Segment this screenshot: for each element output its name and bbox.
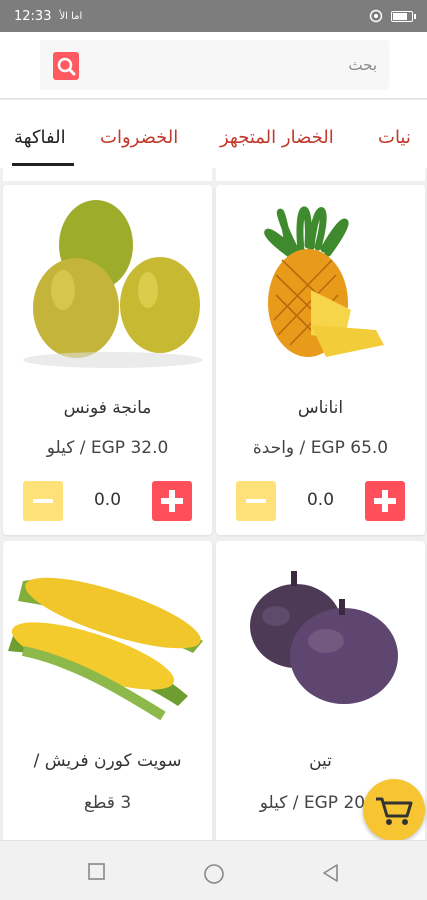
- product-card[interactable]: سويت كورن فريش / 3 قطع: [3, 541, 212, 840]
- product-grid: اناناس 65.0 EGP / واحدة 0.0 مانجة فونس 3…: [0, 168, 427, 840]
- quantity-value: 0.0: [93, 490, 122, 510]
- previous-row-stub: [3, 168, 212, 181]
- search-icon[interactable]: [53, 52, 79, 80]
- status-left: 12:33 اما الأ: [14, 9, 82, 24]
- active-tab-indicator: [12, 163, 74, 166]
- quantity-stepper: 0.0: [3, 481, 212, 521]
- alarm-icon: [369, 9, 383, 23]
- fig-image: [216, 541, 425, 726]
- plus-button[interactable]: [365, 481, 405, 521]
- circle-home-icon[interactable]: [203, 863, 225, 885]
- plus-button[interactable]: [152, 481, 192, 521]
- corn-image: [3, 541, 212, 726]
- tab-vegetables[interactable]: الخضروات: [100, 127, 178, 148]
- search-placeholder: بحث: [348, 56, 377, 74]
- previous-row-stub: [216, 168, 425, 181]
- status-bar: 12:33 اما الأ: [0, 0, 427, 32]
- quantity-value: 0.0: [306, 490, 335, 510]
- minus-button[interactable]: [236, 481, 276, 521]
- search-bar: بحث: [0, 32, 427, 99]
- product-name: سويت كورن فريش /: [33, 751, 182, 771]
- system-nav-bar: [0, 840, 427, 900]
- triangle-back-icon[interactable]: [321, 863, 341, 883]
- battery-fill: [393, 12, 408, 20]
- status-right: [369, 9, 416, 23]
- product-price: 3 قطع: [83, 793, 132, 813]
- cart-icon: [376, 797, 413, 825]
- product-card[interactable]: اناناس 65.0 EGP / واحدة 0.0: [216, 185, 425, 535]
- pineapple-image: [216, 185, 425, 370]
- product-price: 65.0 EGP / واحدة: [252, 438, 389, 458]
- battery-icon: [391, 10, 416, 22]
- product-name: تين: [309, 751, 332, 771]
- tab-fruits[interactable]: الفاكهة: [14, 127, 66, 148]
- tab-prepared-vegetables[interactable]: الخضار المتجهز: [220, 127, 334, 148]
- square-recent-icon[interactable]: [88, 863, 106, 881]
- product-price: 32.0 EGP / كيلو: [46, 438, 169, 458]
- product-name: مانجة فونس: [63, 398, 152, 418]
- status-signal: اما الأ: [59, 10, 83, 22]
- minus-button[interactable]: [23, 481, 63, 521]
- search-input[interactable]: بحث: [40, 40, 389, 90]
- product-card[interactable]: مانجة فونس 32.0 EGP / كيلو 0.0: [3, 185, 212, 535]
- cart-button[interactable]: [363, 779, 425, 841]
- quantity-stepper: 0.0: [216, 481, 425, 521]
- tab-partial[interactable]: نيات: [378, 127, 411, 148]
- category-tabs: نيات الخضار المتجهز الخضروات الفاكهة: [0, 100, 427, 168]
- product-name: اناناس: [297, 398, 344, 418]
- status-time: 12:33: [14, 8, 52, 24]
- mango-image: [3, 185, 212, 370]
